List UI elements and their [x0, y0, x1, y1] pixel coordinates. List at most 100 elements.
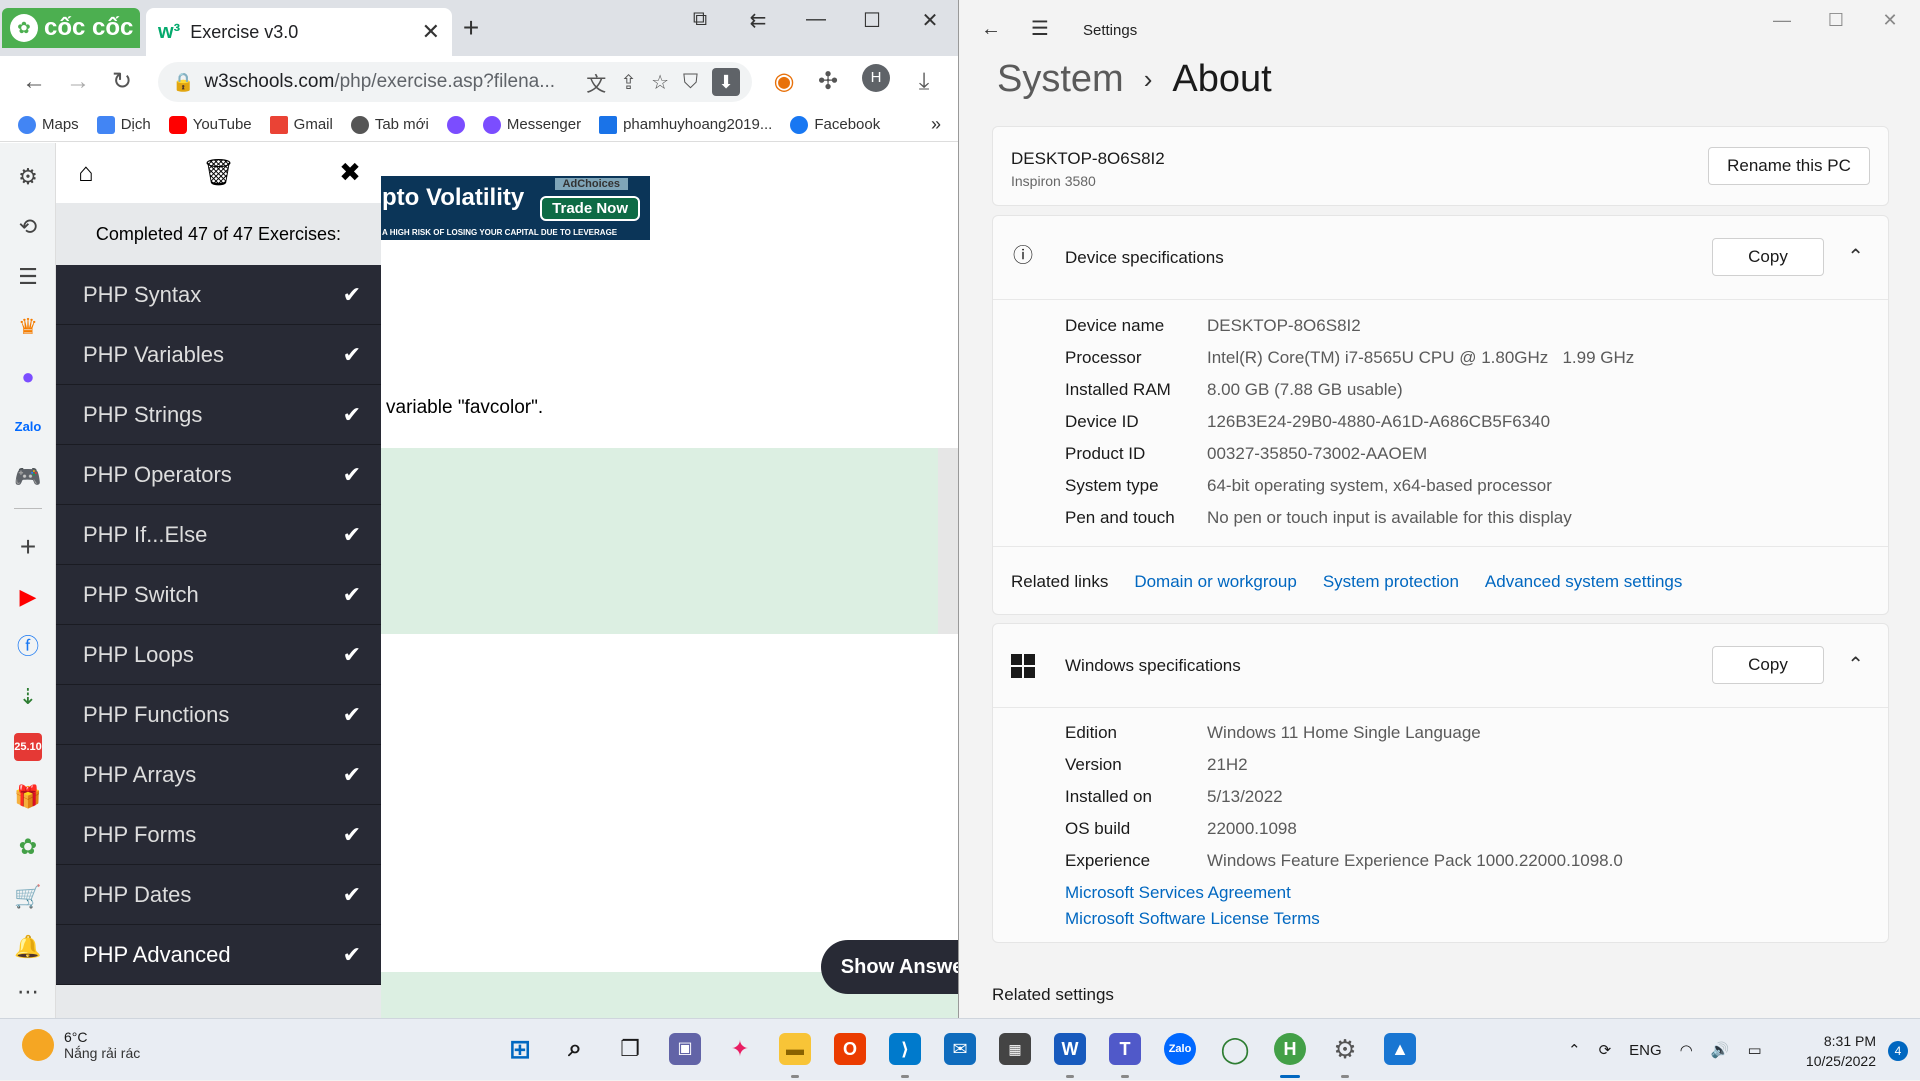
settings-gear-icon[interactable]: ⚙ — [14, 163, 42, 191]
ad-trade-now-button[interactable]: Trade Now — [540, 196, 640, 221]
widgets-icon[interactable]: ✦ — [724, 1033, 756, 1065]
notification-badge[interactable]: 4 — [1888, 1041, 1908, 1061]
settings-gear-icon[interactable]: ⚙ — [1329, 1033, 1361, 1065]
chevron-up-icon[interactable]: ⌃ — [1568, 1041, 1581, 1059]
youtube-icon[interactable]: ▶ — [14, 583, 42, 611]
exercise-item-php-forms[interactable]: PHP Forms ✔ — [56, 805, 381, 865]
exercise-item-php-if-else[interactable]: PHP If...Else ✔ — [56, 505, 381, 565]
shield-icon[interactable]: ⛉ — [683, 71, 698, 94]
close-icon[interactable]: ✖ — [334, 157, 366, 188]
photos-icon[interactable]: ▲ — [1384, 1033, 1416, 1065]
minimize-button[interactable]: — — [796, 8, 836, 31]
exercise-item-php-dates[interactable]: PHP Dates ✔ — [56, 865, 381, 925]
facebook-icon[interactable]: ⓕ — [14, 633, 42, 661]
calculator-icon[interactable]: ▦ — [999, 1033, 1031, 1065]
battery-icon[interactable]: ▭ — [1747, 1041, 1761, 1059]
ms-services-agreement-link[interactable]: Microsoft Services Agreement — [1065, 883, 1291, 903]
clock[interactable]: 8:31 PM 10/25/2022 — [1806, 1031, 1876, 1071]
crown-icon[interactable]: ♛ — [14, 313, 42, 341]
wifi-icon[interactable]: ◠ — [1680, 1041, 1693, 1059]
bookmark-phamhuyhoang[interactable]: phamhuyhoang2019... — [599, 115, 772, 134]
exercise-item-php-functions[interactable]: PHP Functions ✔ — [56, 685, 381, 745]
zalo-icon[interactable]: Zalo — [14, 413, 42, 441]
back-arrow-icon[interactable]: ← — [981, 18, 1001, 41]
chevron-up-icon[interactable]: ⌃ — [1847, 244, 1864, 269]
coccoc-extra-icon[interactable]: ✿ — [14, 833, 42, 861]
bookmark-star-icon[interactable]: ☆ — [651, 70, 669, 95]
shopping-cart-icon[interactable]: 🛒 — [14, 883, 42, 911]
downloads-icon[interactable]: ⤓ — [908, 66, 940, 98]
coccoc-home-button[interactable]: ✿ cốc cốc — [2, 8, 140, 48]
code-scrollbar[interactable] — [938, 448, 958, 634]
chat-icon[interactable]: ▣ — [669, 1033, 701, 1065]
hamburger-menu-icon[interactable]: ☰ — [1031, 16, 1049, 41]
device-specs-header[interactable]: ⓘ Device specifications Copy ⌃ — [993, 216, 1888, 300]
mail-icon[interactable]: ✉ — [944, 1033, 976, 1065]
volume-icon[interactable]: 🔊 — [1711, 1041, 1730, 1059]
copy-device-specs-button[interactable]: Copy — [1712, 238, 1824, 276]
search-tabs-icon[interactable]: ⧉ — [680, 8, 720, 31]
tab-exercise[interactable]: w³ Exercise v3.0 ✕ — [146, 8, 452, 56]
download-arrow-icon[interactable]: ⇣ — [14, 683, 42, 711]
download-video-icon[interactable]: ⬇ — [712, 68, 740, 96]
domain-workgroup-link[interactable]: Domain or workgroup — [1134, 572, 1297, 592]
start-windows-icon[interactable]: ⊞ — [504, 1033, 536, 1065]
vscode-icon[interactable]: ⟩ — [889, 1033, 921, 1065]
tab-close-icon[interactable]: ✕ — [422, 19, 440, 45]
zalo-icon[interactable]: Zalo — [1164, 1033, 1196, 1065]
maximize-button[interactable]: ☐ — [852, 8, 892, 33]
exercise-item-php-syntax[interactable]: PHP Syntax ✔ — [56, 265, 381, 325]
exercise-item-php-switch[interactable]: PHP Switch ✔ — [56, 565, 381, 625]
exercise-item-php-variables[interactable]: PHP Variables ✔ — [56, 325, 381, 385]
exercise-item-php-advanced[interactable]: PHP Advanced ✔ — [56, 925, 381, 985]
ms-license-terms-link[interactable]: Microsoft Software License Terms — [1065, 909, 1320, 929]
office-icon[interactable]: O — [834, 1033, 866, 1065]
share-icon[interactable]: ⇪ — [620, 70, 637, 95]
forward-icon[interactable]: → — [62, 66, 94, 98]
reload-icon[interactable]: ↻ — [106, 66, 138, 98]
close-window-button[interactable]: ✕ — [1875, 10, 1905, 31]
bookmark-facebook[interactable]: Facebook — [790, 115, 880, 134]
coccoc-browser-icon[interactable]: H — [1274, 1033, 1306, 1065]
word-icon[interactable]: W — [1054, 1033, 1086, 1065]
back-icon[interactable]: ← — [18, 66, 50, 98]
maximize-button[interactable]: ☐ — [1821, 10, 1851, 31]
ad-choices-label[interactable]: AdChoices — [554, 178, 628, 190]
trash-icon[interactable]: 🗑 — [202, 157, 235, 188]
copy-windows-specs-button[interactable]: Copy — [1712, 646, 1824, 684]
system-protection-link[interactable]: System protection — [1323, 572, 1459, 592]
code-editor-area[interactable] — [378, 448, 938, 634]
profile-avatar[interactable]: H — [862, 64, 890, 92]
exercise-item-php-operators[interactable]: PHP Operators ✔ — [56, 445, 381, 505]
coccoc-extension-icon[interactable]: ◉ — [768, 66, 800, 98]
history-icon[interactable]: ⟲ — [14, 213, 42, 241]
translate-icon[interactable]: 文 — [586, 68, 606, 97]
exercise-item-php-arrays[interactable]: PHP Arrays ✔ — [56, 745, 381, 805]
advanced-system-settings-link[interactable]: Advanced system settings — [1485, 572, 1682, 592]
windows-specs-header[interactable]: Windows specifications Copy ⌃ — [993, 624, 1888, 708]
weather-widget[interactable]: 6°C Nắng rải rác — [22, 1029, 140, 1061]
gift-icon[interactable]: 🎁 — [14, 783, 42, 811]
home-icon[interactable]: ⌂ — [70, 157, 102, 188]
messenger-icon[interactable]: ● — [14, 363, 42, 391]
address-bar[interactable]: 🔒 w3schools.com/php/exercise.asp?filena.… — [158, 62, 752, 102]
close-window-button[interactable]: ✕ — [910, 8, 950, 33]
language-indicator[interactable]: ENG — [1629, 1042, 1662, 1059]
reading-list-icon[interactable]: ☰ — [14, 263, 42, 291]
more-options-icon[interactable]: ⋯ — [14, 978, 42, 1006]
teams-icon[interactable]: T — [1109, 1033, 1141, 1065]
bookmark-messenger-plain[interactable] — [446, 115, 465, 134]
coccoc-green-icon[interactable]: ◯ — [1219, 1033, 1251, 1065]
bookmark-gmail[interactable]: Gmail — [269, 115, 333, 134]
bookmark-tab-moi[interactable]: Tab mới — [350, 115, 429, 134]
sync-icon[interactable]: ⟳ — [1599, 1041, 1612, 1059]
show-answer-button[interactable]: Show Answer — [821, 940, 958, 994]
chevron-up-icon[interactable]: ⌃ — [1847, 652, 1864, 677]
advertisement-banner[interactable]: pto Volatility AdChoices Trade Now A HIG… — [378, 176, 650, 240]
exercise-item-php-strings[interactable]: PHP Strings ✔ — [56, 385, 381, 445]
exercise-item-php-loops[interactable]: PHP Loops ✔ — [56, 625, 381, 685]
notifications-bell-icon[interactable]: 🔔 — [14, 933, 42, 961]
rename-pc-button[interactable]: Rename this PC — [1708, 147, 1870, 185]
breadcrumb-system[interactable]: System — [997, 58, 1124, 101]
extensions-puzzle-icon[interactable]: ✣ — [812, 66, 844, 98]
